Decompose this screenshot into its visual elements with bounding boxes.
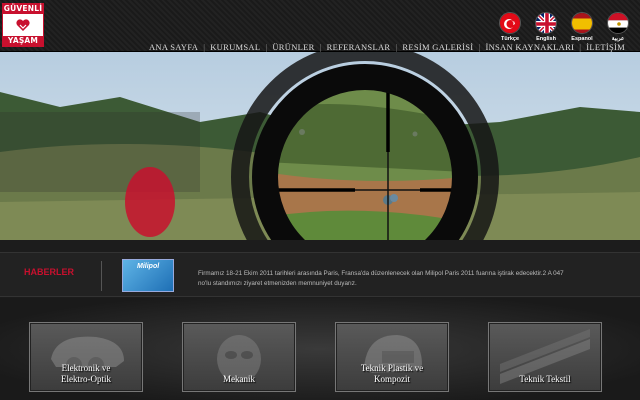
lang-turkish[interactable]: Türkçe bbox=[496, 12, 524, 42]
hero-banner bbox=[0, 52, 640, 240]
turkey-flag-icon bbox=[499, 12, 521, 34]
logo[interactable]: GÜVENLİ YAŞAM bbox=[2, 3, 44, 47]
nav-corporate[interactable]: KURUMSAL bbox=[205, 42, 265, 52]
main-nav: ANA SAYFA | KURUMSAL | ÜRÜNLER | REFERAN… bbox=[144, 42, 630, 52]
egypt-flag-icon bbox=[607, 12, 629, 34]
category-label-line1: Teknik Tekstil bbox=[519, 374, 571, 384]
category-label-line1: Elektronik ve bbox=[61, 363, 111, 373]
spain-flag-icon bbox=[571, 12, 593, 34]
lang-arabic[interactable]: عربية bbox=[604, 12, 632, 42]
news-text[interactable]: Firmamız 18-21 Ekim 2011 tarihleri arası… bbox=[198, 269, 578, 289]
uk-flag-icon bbox=[535, 12, 557, 34]
category-label-line1: Teknik Plastik ve bbox=[360, 363, 424, 373]
nav-gallery[interactable]: RESİM GALERİSİ bbox=[397, 42, 478, 52]
nav-products[interactable]: ÜRÜNLER bbox=[267, 42, 319, 52]
category-label: Teknik Plastik ve Kompozit bbox=[336, 363, 448, 385]
heart-icon bbox=[16, 19, 30, 31]
category-mechanical[interactable]: Mekanik bbox=[182, 322, 296, 392]
language-selector: Türkçe English Espanol عربية bbox=[496, 12, 632, 42]
logo-top-text: GÜVENLİ bbox=[3, 4, 43, 14]
category-plastics[interactable]: Teknik Plastik ve Kompozit bbox=[335, 322, 449, 392]
category-textile[interactable]: Teknik Tekstil bbox=[488, 322, 602, 392]
divider bbox=[101, 261, 102, 291]
category-electronics[interactable]: Elektronik ve Elektro-Optik bbox=[29, 322, 143, 392]
nav-contact[interactable]: İLETİŞİM bbox=[581, 42, 630, 52]
logo-bottom-text: YAŞAM bbox=[3, 36, 43, 46]
category-label: Elektronik ve Elektro-Optik bbox=[30, 363, 142, 385]
lang-spanish[interactable]: Espanol bbox=[568, 12, 596, 42]
news-thumbnail[interactable]: Milipol bbox=[122, 259, 174, 292]
hero-scope-image bbox=[0, 52, 640, 240]
category-label-line1: Mekanik bbox=[223, 374, 255, 384]
category-label: Mekanik bbox=[183, 374, 295, 385]
product-categories: Elektronik ve Elektro-Optik Mekanik Tekn… bbox=[0, 298, 640, 400]
nav-home[interactable]: ANA SAYFA bbox=[144, 42, 203, 52]
category-label-line2: Elektro-Optik bbox=[61, 374, 111, 384]
header: GÜVENLİ YAŞAM Türkçe English Espanol عرب… bbox=[0, 0, 640, 52]
category-label: Teknik Tekstil bbox=[489, 374, 601, 385]
news-section: HABERLER Milipol Firmamız 18-21 Ekim 201… bbox=[0, 252, 640, 297]
nav-hr[interactable]: İNSAN KAYNAKLARI bbox=[480, 42, 579, 52]
nav-references[interactable]: REFERANSLAR bbox=[322, 42, 396, 52]
news-title: HABERLER bbox=[24, 267, 75, 277]
category-label-line2: Kompozit bbox=[374, 374, 410, 384]
lang-english[interactable]: English bbox=[532, 12, 560, 42]
news-thumb-title: Milipol bbox=[137, 263, 160, 270]
